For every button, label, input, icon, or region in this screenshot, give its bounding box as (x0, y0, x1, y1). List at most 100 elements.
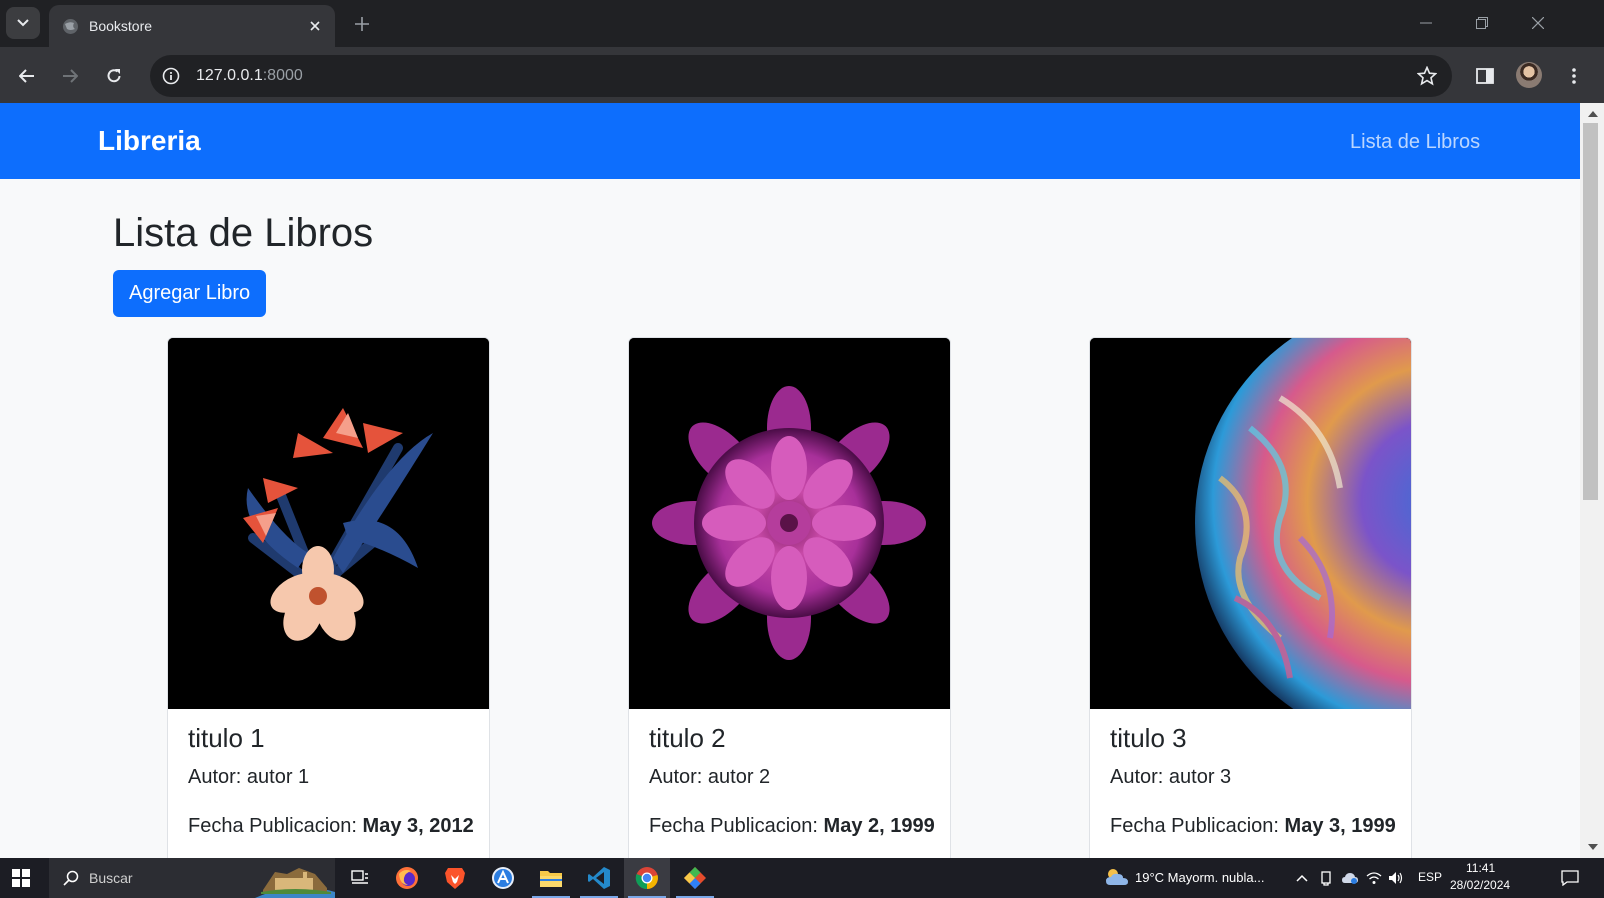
site-info-button[interactable] (160, 65, 182, 87)
date-label: Fecha Publicacion: (649, 815, 818, 837)
letter-a-app-icon (492, 867, 514, 889)
book-author: Autor: autor 1 (188, 766, 310, 788)
weather-cloud-icon[interactable] (1104, 867, 1130, 887)
browser-tab[interactable]: Bookstore (49, 5, 335, 47)
clock-date[interactable]: 28/02/2024 (1450, 878, 1510, 892)
book-date: Fecha Publicacion: May 3, 1999 (1110, 815, 1396, 838)
volume-button[interactable] (1386, 868, 1406, 888)
pink-dahlia-image (629, 338, 950, 709)
date-value: May 2, 1999 (823, 815, 935, 837)
notifications-button[interactable] (1560, 868, 1580, 888)
book-author: Autor: autor 3 (1110, 766, 1232, 788)
profile-avatar[interactable] (1516, 62, 1542, 88)
show-hidden-icons-button[interactable] (1292, 868, 1312, 888)
taskbar-search[interactable]: Buscar (49, 858, 335, 898)
date-value: May 3, 2012 (362, 815, 474, 837)
url-host: 127.0.0.1 (196, 67, 263, 84)
wifi-icon (1366, 872, 1382, 884)
more-vert-icon (1572, 68, 1576, 84)
tab-close-button[interactable] (305, 16, 325, 36)
scroll-up-arrow-icon[interactable] (1588, 111, 1598, 117)
git-diamond-icon (684, 867, 706, 889)
git-app[interactable] (672, 858, 718, 898)
menu-button[interactable] (1560, 62, 1588, 90)
side-panel-icon (1476, 68, 1494, 84)
firefox-icon (396, 867, 418, 889)
browser-toolbar: 127.0.0.1:8000 (0, 47, 1604, 103)
restore-icon (1476, 17, 1488, 29)
close-window-button[interactable] (1524, 10, 1552, 36)
file-explorer-app[interactable] (528, 858, 574, 898)
reload-icon (107, 69, 121, 83)
side-panel-button[interactable] (1471, 62, 1499, 90)
tab-search-button[interactable] (6, 7, 40, 39)
usb-device-icon (1321, 871, 1331, 886)
tray-device-button[interactable] (1316, 868, 1336, 888)
close-icon (1532, 17, 1544, 29)
book-title: titulo 1 (188, 723, 265, 753)
minimize-icon (1420, 22, 1432, 24)
network-button[interactable] (1364, 868, 1384, 888)
star-icon (1417, 66, 1437, 86)
taskbar: Buscar 19°C Mayorm. nubla... ESP 11:41 2… (0, 858, 1604, 898)
scroll-down-arrow-icon[interactable] (1588, 844, 1598, 850)
taskbar-search-text: Buscar (89, 870, 133, 886)
chat-bubble-icon (1561, 870, 1579, 886)
vscode-icon (588, 867, 610, 889)
book-title: titulo 2 (649, 723, 726, 753)
close-icon (310, 21, 320, 31)
chrome-icon (635, 867, 658, 890)
search-icon (61, 868, 81, 888)
navbar: Libreria Lista de Libros (0, 103, 1580, 179)
firefox-app[interactable] (384, 858, 430, 898)
restore-button[interactable] (1468, 10, 1496, 36)
task-view-button[interactable] (337, 858, 383, 898)
tab-title: Bookstore (89, 18, 153, 34)
page-viewport: Libreria Lista de Libros Lista de Libros… (0, 103, 1580, 858)
arrow-right-icon (63, 69, 78, 83)
app-store-app[interactable] (480, 858, 526, 898)
info-icon (162, 67, 180, 85)
globe-icon (63, 19, 78, 34)
chevron-down-icon (17, 19, 29, 27)
clock-time[interactable]: 11:41 (1466, 861, 1495, 875)
reload-button[interactable] (100, 62, 128, 90)
chevron-up-icon (1296, 874, 1308, 882)
cloud-sync-icon (1342, 873, 1358, 884)
add-book-button[interactable]: Agregar Libro (113, 270, 267, 317)
date-value: May 3, 1999 (1284, 815, 1396, 837)
plus-icon (355, 17, 369, 31)
vscode-app[interactable] (576, 858, 622, 898)
windows-start-icon[interactable] (12, 869, 30, 887)
address-bar[interactable]: 127.0.0.1:8000 (150, 55, 1452, 97)
back-button[interactable] (13, 62, 41, 90)
scroll-thumb[interactable] (1583, 123, 1598, 500)
brave-app[interactable] (432, 858, 478, 898)
url-port: :8000 (262, 67, 303, 84)
book-card: titulo 1 Autor: autor 1 Fecha Publicacio… (167, 337, 490, 858)
forward-button[interactable] (56, 62, 84, 90)
speaker-icon (1389, 872, 1403, 884)
minimize-button[interactable] (1412, 10, 1440, 36)
new-tab-button[interactable] (350, 12, 374, 36)
date-label: Fecha Publicacion: (1110, 815, 1279, 837)
navbar-brand[interactable]: Libreria (98, 125, 201, 157)
task-view-icon (351, 870, 368, 884)
page-scrollbar[interactable] (1580, 103, 1604, 858)
tropical-flowers-image (168, 338, 489, 709)
book-date: Fecha Publicacion: May 2, 1999 (649, 815, 935, 838)
arrow-left-icon (19, 69, 34, 83)
book-card: titulo 2 Autor: autor 2 Fecha Publicacio… (628, 337, 951, 858)
castle-landscape-icon (255, 858, 335, 898)
onedrive-button[interactable] (1340, 868, 1360, 888)
nav-link-book-list[interactable]: Lista de Libros (1350, 131, 1480, 154)
input-language[interactable]: ESP (1418, 870, 1442, 884)
book-author: Autor: autor 2 (649, 766, 771, 788)
weather-text[interactable]: 19°C Mayorm. nubla... (1135, 870, 1264, 885)
book-title: titulo 3 (1110, 723, 1187, 753)
book-card: titulo 3 Autor: autor 3 Fecha Publicacio… (1089, 337, 1412, 858)
brave-icon (445, 868, 465, 889)
bookmark-button[interactable] (1416, 65, 1438, 87)
chrome-app[interactable] (624, 858, 670, 898)
page-title: Lista de Libros (113, 211, 374, 255)
